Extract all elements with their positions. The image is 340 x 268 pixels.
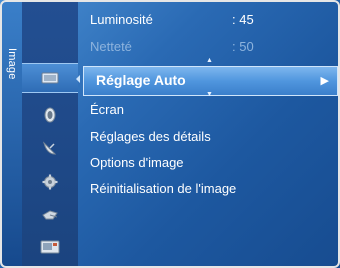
category-sound[interactable] [22,100,78,130]
menu-item-sharpness-value: : 50 [232,39,254,54]
application-icon [40,240,60,254]
menu-item-picture-reset[interactable]: Réinitialisation de l'image [90,181,236,196]
input-plug-icon [42,210,58,220]
scroll-up-icon[interactable]: ▲ [206,57,213,64]
menu-item-auto-adjust-label: Réglage Auto [96,72,186,88]
category-tab[interactable]: Image [2,2,23,266]
category-setup[interactable] [22,167,78,197]
submenu-arrow-icon: ▶ [320,75,329,87]
settings-gear-icon [42,174,58,190]
category-picture[interactable] [22,63,78,93]
scroll-down-icon[interactable]: ▼ [206,91,213,98]
picture-menu-screen: Image Luminosité: 45 Netteté: 50 ▲ Rég… [0,0,340,268]
category-icon-column [22,2,78,266]
tv-picture-icon [41,72,59,84]
menu-item-sharpness-label[interactable]: Netteté [90,39,132,54]
menu-item-screen[interactable]: Écran [90,102,124,117]
category-input[interactable] [22,200,78,230]
menu-item-brightness-value: : 45 [232,12,254,27]
category-tab-label: Image [6,48,18,80]
sound-icon [44,107,56,123]
category-channel[interactable] [22,133,78,163]
menu-item-picture-options[interactable]: Options d'image [90,155,184,170]
menu-item-detail-settings[interactable]: Réglages des détails [90,129,211,144]
category-application[interactable] [22,232,78,262]
picture-menu: Luminosité : 45 Netteté : 50 ▲ Réglage A… [78,2,338,266]
menu-item-brightness-label[interactable]: Luminosité [90,12,153,27]
satellite-dish-icon [43,141,57,155]
